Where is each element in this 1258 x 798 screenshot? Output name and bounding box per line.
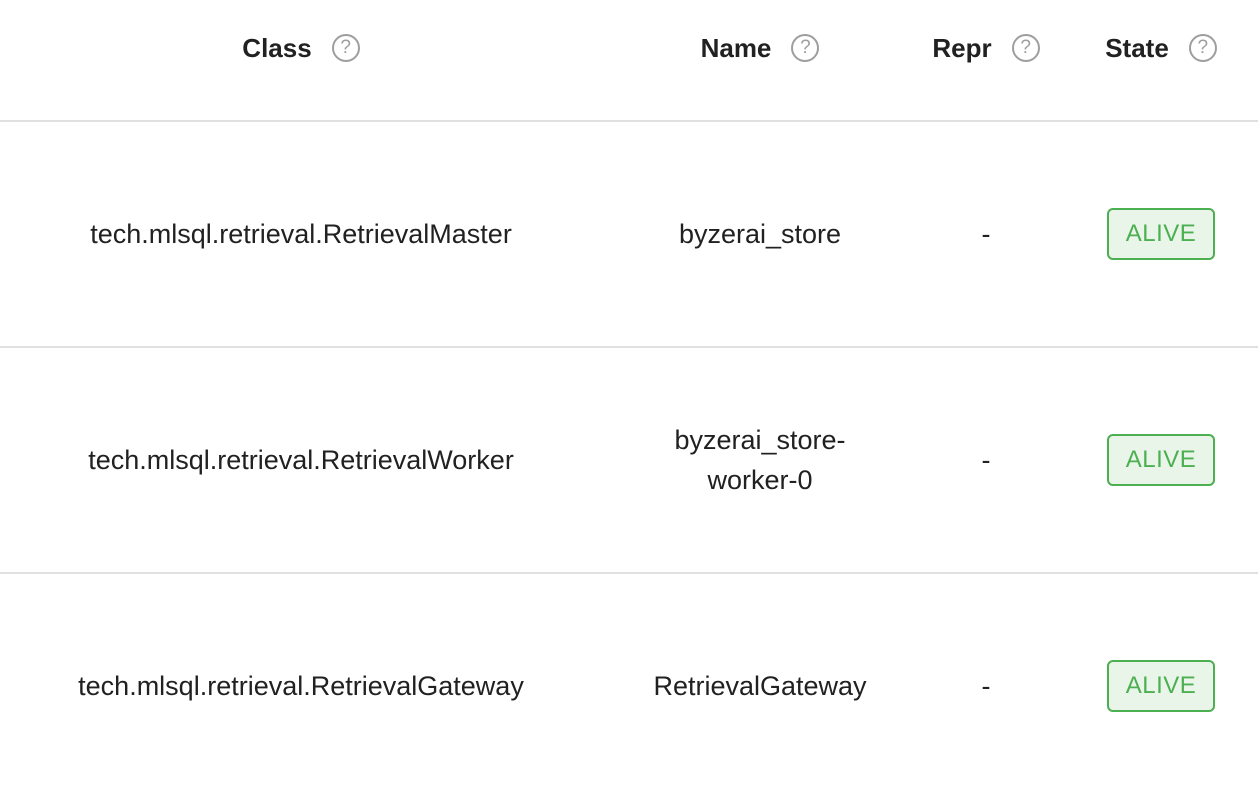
table-row: tech.mlsql.retrieval.RetrievalWorker byz…: [0, 348, 1258, 574]
repr-text: -: [981, 671, 991, 701]
table-row: tech.mlsql.retrieval.RetrievalMaster byz…: [0, 122, 1258, 348]
class-cell: tech.mlsql.retrieval.RetrievalGateway: [0, 574, 602, 798]
help-icon[interactable]: ?: [1188, 34, 1217, 62]
table-row: tech.mlsql.retrieval.RetrievalGateway Re…: [0, 574, 1258, 754]
column-header-label: Name: [700, 32, 772, 63]
state-cell: ALIVE: [1078, 574, 1244, 798]
repr-text: -: [981, 445, 991, 475]
actors-table: Class ? Name ? Repr ? State ? tech.mlsql…: [0, 0, 1258, 754]
column-header-label: State: [1105, 32, 1169, 63]
column-header-label: Class: [242, 32, 312, 63]
column-header-state: State ?: [1078, 0, 1244, 96]
status-badge: ALIVE: [1107, 660, 1215, 712]
name-cell: byzerai_store-worker-0: [634, 348, 886, 572]
column-header-class: Class ?: [0, 0, 602, 96]
status-badge: ALIVE: [1107, 208, 1215, 260]
help-icon[interactable]: ?: [791, 34, 820, 62]
help-icon[interactable]: ?: [1011, 34, 1040, 62]
state-cell: ALIVE: [1078, 348, 1244, 572]
state-cell: ALIVE: [1078, 122, 1244, 346]
repr-cell: -: [920, 574, 1052, 798]
repr-cell: -: [920, 122, 1052, 346]
class-name-text: tech.mlsql.retrieval.RetrievalGateway: [78, 671, 524, 701]
name-cell: byzerai_store: [634, 122, 886, 346]
status-badge: ALIVE: [1107, 434, 1215, 486]
class-cell: tech.mlsql.retrieval.RetrievalMaster: [0, 122, 602, 346]
column-header-repr: Repr ?: [920, 0, 1052, 96]
help-icon[interactable]: ?: [331, 34, 360, 62]
actor-name-text: byzerai_store: [678, 219, 842, 249]
name-cell: RetrievalGateway: [634, 574, 886, 798]
actor-name-text: RetrievalGateway: [653, 671, 867, 701]
actor-name-text: byzerai_store-worker-0: [674, 425, 846, 495]
class-name-text: tech.mlsql.retrieval.RetrievalMaster: [90, 219, 512, 249]
table-header: Class ? Name ? Repr ? State ?: [0, 0, 1258, 122]
repr-cell: -: [920, 348, 1052, 572]
column-header-name: Name ?: [634, 0, 886, 96]
class-name-text: tech.mlsql.retrieval.RetrievalWorker: [88, 445, 514, 475]
repr-text: -: [981, 219, 991, 249]
column-header-label: Repr: [932, 32, 992, 63]
class-cell: tech.mlsql.retrieval.RetrievalWorker: [0, 348, 602, 572]
